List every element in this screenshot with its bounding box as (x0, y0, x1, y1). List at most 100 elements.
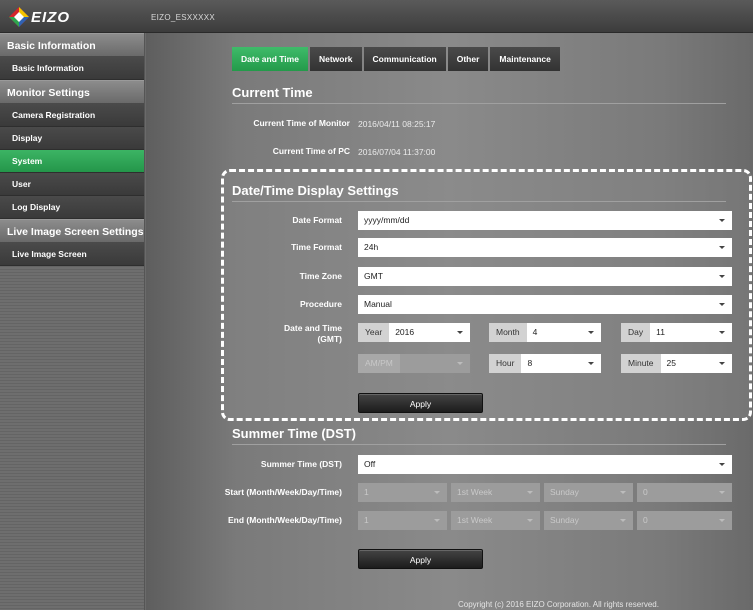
dst-start-time-value: 0 (643, 487, 648, 497)
day-value: 11 (656, 327, 665, 337)
chevron-down-icon (527, 491, 533, 494)
procedure-select[interactable]: Manual (358, 295, 732, 314)
chevron-down-icon (719, 303, 725, 306)
dst-start-month-select[interactable]: 1 (358, 483, 447, 502)
dst-start-day-value: Sunday (550, 487, 579, 497)
date-and-time-label-line1: Date and Time (284, 323, 342, 333)
time-zone-value: GMT (364, 271, 383, 281)
tab-network[interactable]: Network (309, 47, 362, 71)
main-content: Date and Time Network Communication Othe… (146, 33, 753, 610)
display-settings-divider (232, 201, 726, 202)
dst-end-day-select[interactable]: Sunday (544, 511, 633, 530)
sidebar-item-system[interactable]: System (0, 150, 144, 173)
date-and-time-label: Date and Time (GMT) (222, 323, 342, 345)
sidebar-item-live-image-screen[interactable]: Live Image Screen (0, 243, 144, 266)
dst-value: Off (364, 459, 376, 469)
dst-end-label: End (Month/Week/Day/Time) (228, 515, 342, 525)
current-time-pc-value: 2016/07/04 11:37:00 (358, 147, 436, 157)
current-time-divider (232, 103, 726, 104)
time-format-label: Time Format (291, 242, 342, 252)
tab-date-and-time[interactable]: Date and Time (232, 47, 308, 71)
dst-end-week-select[interactable]: 1st Week (451, 511, 540, 530)
year-box: 2016 (389, 323, 470, 342)
dst-label: Summer Time (DST) (260, 459, 342, 469)
chevron-down-icon (719, 519, 725, 522)
dst-end-day-value: Sunday (550, 515, 579, 525)
eizo-logo: EIZO (8, 6, 70, 28)
hour-select[interactable]: Hour 8 (489, 354, 601, 373)
dst-end-time-value: 0 (643, 515, 648, 525)
chevron-down-icon (457, 331, 463, 334)
apply-summer-time-button[interactable]: Apply (358, 549, 483, 569)
sidebar-item-basic-information[interactable]: Basic Information (0, 57, 144, 80)
ampm-select[interactable]: AM/PM (358, 354, 470, 373)
dst-start-label: Start (Month/Week/Day/Time) (224, 487, 342, 497)
procedure-label: Procedure (299, 299, 342, 309)
ampm-caption: AM/PM (358, 354, 400, 373)
dst-start-month-value: 1 (364, 487, 369, 497)
dst-start-day-select[interactable]: Sunday (544, 483, 633, 502)
dst-end-time-select[interactable]: 0 (637, 511, 732, 530)
current-time-monitor-value: 2016/04/11 08:25:17 (358, 119, 436, 129)
procedure-value: Manual (364, 299, 392, 309)
time-format-select[interactable]: 24h (358, 238, 732, 257)
tab-communication[interactable]: Communication (363, 47, 446, 71)
display-settings-title: Date/Time Display Settings (232, 183, 399, 198)
day-select[interactable]: Day 11 (621, 323, 732, 342)
summer-time-divider (232, 444, 726, 445)
minute-value: 25 (666, 358, 676, 368)
dst-start-week-select[interactable]: 1st Week (451, 483, 540, 502)
chevron-down-icon (719, 491, 725, 494)
sidebar-item-display[interactable]: Display (0, 127, 144, 150)
chevron-down-icon (620, 491, 626, 494)
sidebar-item-camera-registration[interactable]: Camera Registration (0, 104, 144, 127)
chevron-down-icon (588, 331, 594, 334)
top-bar: EIZO EIZO_ESXXXXX (0, 0, 753, 33)
dst-select[interactable]: Off (358, 455, 732, 474)
dst-end-week-value: 1st Week (457, 515, 493, 525)
minute-select[interactable]: Minute 25 (621, 354, 732, 373)
sidebar: Basic Information Basic Information Moni… (0, 33, 145, 610)
date-format-value: yyyy/mm/dd (364, 215, 410, 225)
chevron-down-icon (719, 463, 725, 466)
tab-bar: Date and Time Network Communication Othe… (232, 47, 562, 71)
device-name: EIZO_ESXXXXX (151, 13, 216, 22)
chevron-down-icon (719, 219, 725, 222)
hour-value: 8 (527, 358, 533, 368)
current-time-pc-label: Current Time of PC (272, 146, 350, 156)
time-zone-label: Time Zone (299, 271, 342, 281)
year-select[interactable]: Year 2016 (358, 323, 470, 342)
date-format-select[interactable]: yyyy/mm/dd (358, 211, 732, 230)
chevron-down-icon (434, 519, 440, 522)
dst-end-month-select[interactable]: 1 (358, 511, 447, 530)
sidebar-item-log-display[interactable]: Log Display (0, 196, 144, 219)
tab-other[interactable]: Other (447, 47, 489, 71)
hour-box: 8 (521, 354, 601, 373)
chevron-down-icon (719, 246, 725, 249)
current-time-title: Current Time (232, 85, 313, 100)
year-value: 2016 (395, 327, 415, 337)
date-format-label: Date Format (292, 215, 342, 225)
time-zone-select[interactable]: GMT (358, 267, 732, 286)
time-format-value: 24h (364, 242, 379, 252)
eizo-diamond-icon (8, 6, 30, 28)
month-select[interactable]: Month 4 (489, 323, 601, 342)
dst-end-month-value: 1 (364, 515, 369, 525)
copyright-text: Copyright (c) 2016 EIZO Corporation. All… (458, 600, 659, 609)
chevron-down-icon (527, 519, 533, 522)
chevron-down-icon (434, 491, 440, 494)
hour-caption: Hour (489, 354, 522, 373)
minute-box: 25 (660, 354, 732, 373)
dst-start-time-select[interactable]: 0 (637, 483, 732, 502)
day-caption: Day (621, 323, 651, 342)
sidebar-item-user[interactable]: User (0, 173, 144, 196)
month-caption: Month (489, 323, 527, 342)
date-and-time-label-line2: (GMT) (317, 334, 342, 344)
month-value: 4 (532, 327, 538, 337)
apply-display-settings-button[interactable]: Apply (358, 393, 483, 413)
minute-caption: Minute (621, 354, 661, 373)
month-box: 4 (526, 323, 601, 342)
chevron-down-icon (457, 362, 463, 365)
chevron-down-icon (588, 362, 594, 365)
tab-maintenance[interactable]: Maintenance (490, 47, 560, 71)
